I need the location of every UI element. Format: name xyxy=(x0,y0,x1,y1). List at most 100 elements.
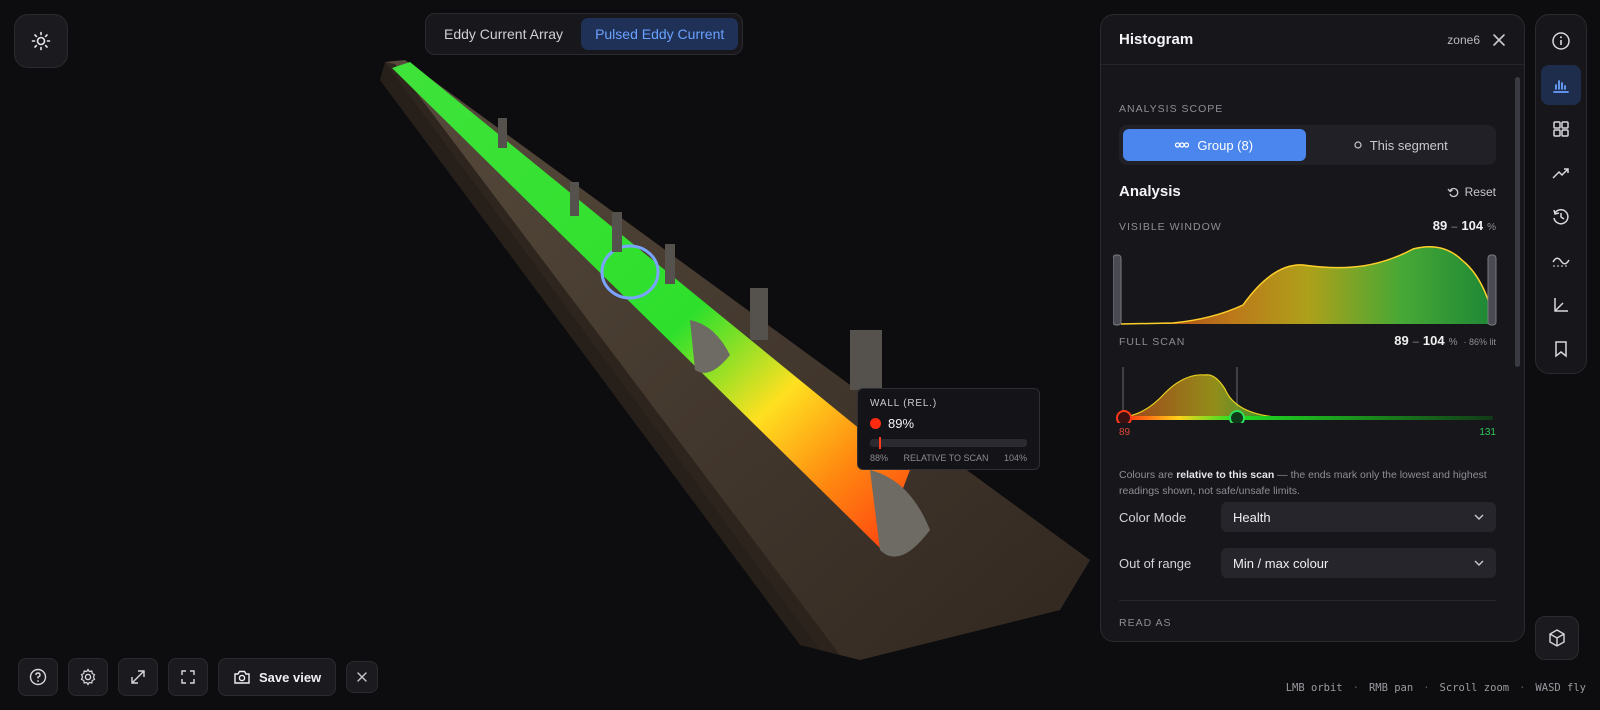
out-of-range-value: Min / max colour xyxy=(1233,555,1329,571)
full-scan-range: 89–104% · 86% lit xyxy=(1394,333,1496,348)
hint-zoom: Scroll zoom xyxy=(1439,682,1510,694)
hint-orbit: LMB orbit xyxy=(1285,682,1343,694)
histogram-area xyxy=(1121,246,1495,324)
axes-icon xyxy=(1554,298,1568,312)
histogram-button[interactable] xyxy=(1541,65,1581,105)
full-scan-histogram[interactable] xyxy=(1115,353,1495,423)
axis-min-label: 89 xyxy=(1119,427,1131,438)
undo-icon xyxy=(1447,187,1458,197)
save-view-label: Save view xyxy=(259,669,322,685)
trend-icon xyxy=(1552,168,1569,179)
fullscreen-button[interactable] xyxy=(168,658,208,696)
sun-icon xyxy=(31,31,51,51)
axes-button[interactable] xyxy=(1541,285,1581,325)
tooltip-value: 89% xyxy=(888,416,915,431)
color-mode-label: Color Mode xyxy=(1119,509,1187,525)
max-handle xyxy=(1229,410,1245,423)
bookmark-button[interactable] xyxy=(1541,329,1581,369)
scope-group-button[interactable]: Group (8) xyxy=(1123,129,1306,161)
history-button[interactable] xyxy=(1541,197,1581,237)
ring-icon xyxy=(1354,141,1362,149)
history-icon xyxy=(1553,209,1569,225)
help-button[interactable] xyxy=(18,658,58,696)
scope-group-label: Group (8) xyxy=(1197,137,1254,153)
out-of-range-select[interactable]: Min / max colour xyxy=(1221,548,1496,578)
valve-stem xyxy=(570,182,579,216)
tooltip-range-marker xyxy=(879,437,882,449)
chevron-down-icon xyxy=(1474,514,1484,520)
full-scan-label: FULL SCAN xyxy=(1119,336,1186,348)
tooltip-range-bar xyxy=(870,437,1027,449)
valve-stem xyxy=(665,244,675,284)
analysis-title: Analysis xyxy=(1119,183,1181,200)
popout-button[interactable] xyxy=(118,658,158,696)
section-divider xyxy=(1119,600,1496,601)
inspection-mode-toggle[interactable]: Eddy Current Array Pulsed Eddy Current xyxy=(425,13,744,55)
histogram-panel: Histogram zone6 ANALYSIS SCOPE Group (8)… xyxy=(1100,14,1525,642)
valve-stem xyxy=(612,212,622,252)
help-icon xyxy=(29,668,47,686)
reset-label: Reset xyxy=(1464,184,1496,199)
fullscreen-icon xyxy=(181,670,195,684)
pipe-body xyxy=(392,62,910,548)
reset-button[interactable]: Reset xyxy=(1447,185,1496,199)
window-handle-left xyxy=(1113,254,1122,326)
color-mode-value: Health xyxy=(1233,509,1271,525)
window-handle-right xyxy=(1487,254,1497,326)
grid-icon xyxy=(1553,121,1569,137)
value-color-dot xyxy=(870,418,881,429)
axis-max-label: 131 xyxy=(1479,427,1496,438)
panel-scrollbar[interactable] xyxy=(1515,77,1520,367)
valve-stem xyxy=(750,288,768,340)
tooltip-mid: RELATIVE TO SCAN xyxy=(903,453,989,463)
panel-title: Histogram xyxy=(1119,31,1194,48)
scope-segment-label: This segment xyxy=(1369,137,1448,153)
scope-toggle[interactable]: Group (8) This segment xyxy=(1119,125,1496,165)
bottom-toolbar: Save view xyxy=(18,658,379,696)
min-handle xyxy=(1116,410,1132,423)
zone-label: zone6 xyxy=(1447,32,1480,47)
hint-pan: RMB pan xyxy=(1368,682,1414,694)
tooltip-title: WALL (REL.) xyxy=(870,398,937,409)
full-scan-area xyxy=(1123,374,1275,417)
color-mode-select[interactable]: Health xyxy=(1221,502,1496,532)
profile-icon xyxy=(1552,257,1570,267)
tooltip-min: 88% xyxy=(870,453,889,463)
out-of-range-label: Out of range xyxy=(1119,555,1192,571)
full-scan-color-bar xyxy=(1123,416,1493,420)
visible-window-range: 89–104% xyxy=(1432,218,1496,233)
chevron-down-icon xyxy=(1474,560,1484,566)
info-icon xyxy=(1552,32,1570,50)
dismiss-button[interactable] xyxy=(346,661,379,693)
mode-option-pec[interactable]: Pulsed Eddy Current xyxy=(581,18,739,50)
camera-icon xyxy=(234,670,250,684)
view-cube-button[interactable] xyxy=(1535,616,1579,660)
save-view-button[interactable]: Save view xyxy=(218,658,337,696)
profile-button[interactable] xyxy=(1541,241,1581,281)
gear-icon xyxy=(80,668,96,686)
trend-button[interactable] xyxy=(1541,153,1581,193)
link-icon xyxy=(1175,142,1190,148)
read-as-label: READ AS xyxy=(1119,617,1172,629)
expand-icon xyxy=(131,670,145,684)
theme-toggle-button[interactable] xyxy=(14,14,68,68)
bar-chart-icon xyxy=(1553,80,1569,93)
info-button[interactable] xyxy=(1541,21,1581,61)
hint-fly: WASD fly xyxy=(1535,682,1586,694)
visible-window-label: VISIBLE WINDOW xyxy=(1119,221,1222,233)
visible-window-histogram[interactable] xyxy=(1113,243,1503,327)
settings-button[interactable] xyxy=(68,658,108,696)
mode-option-eca[interactable]: Eddy Current Array xyxy=(430,18,577,50)
scope-segment-button[interactable]: This segment xyxy=(1310,129,1493,161)
scope-label: ANALYSIS SCOPE xyxy=(1119,103,1224,115)
color-note: Colours are relative to this scan — the … xyxy=(1119,469,1487,497)
grid-view-button[interactable] xyxy=(1541,109,1581,149)
control-hints: LMB orbit · RMB pan · Scroll zoom · WASD fl… xyxy=(1285,682,1586,694)
close-icon[interactable] xyxy=(1492,33,1506,47)
tooltip-max: 104% xyxy=(1003,453,1027,463)
tool-rail xyxy=(1535,14,1587,374)
close-icon xyxy=(357,672,367,682)
valve-stem xyxy=(850,330,882,390)
cube-icon xyxy=(1549,629,1565,647)
bookmark-icon xyxy=(1555,341,1567,358)
